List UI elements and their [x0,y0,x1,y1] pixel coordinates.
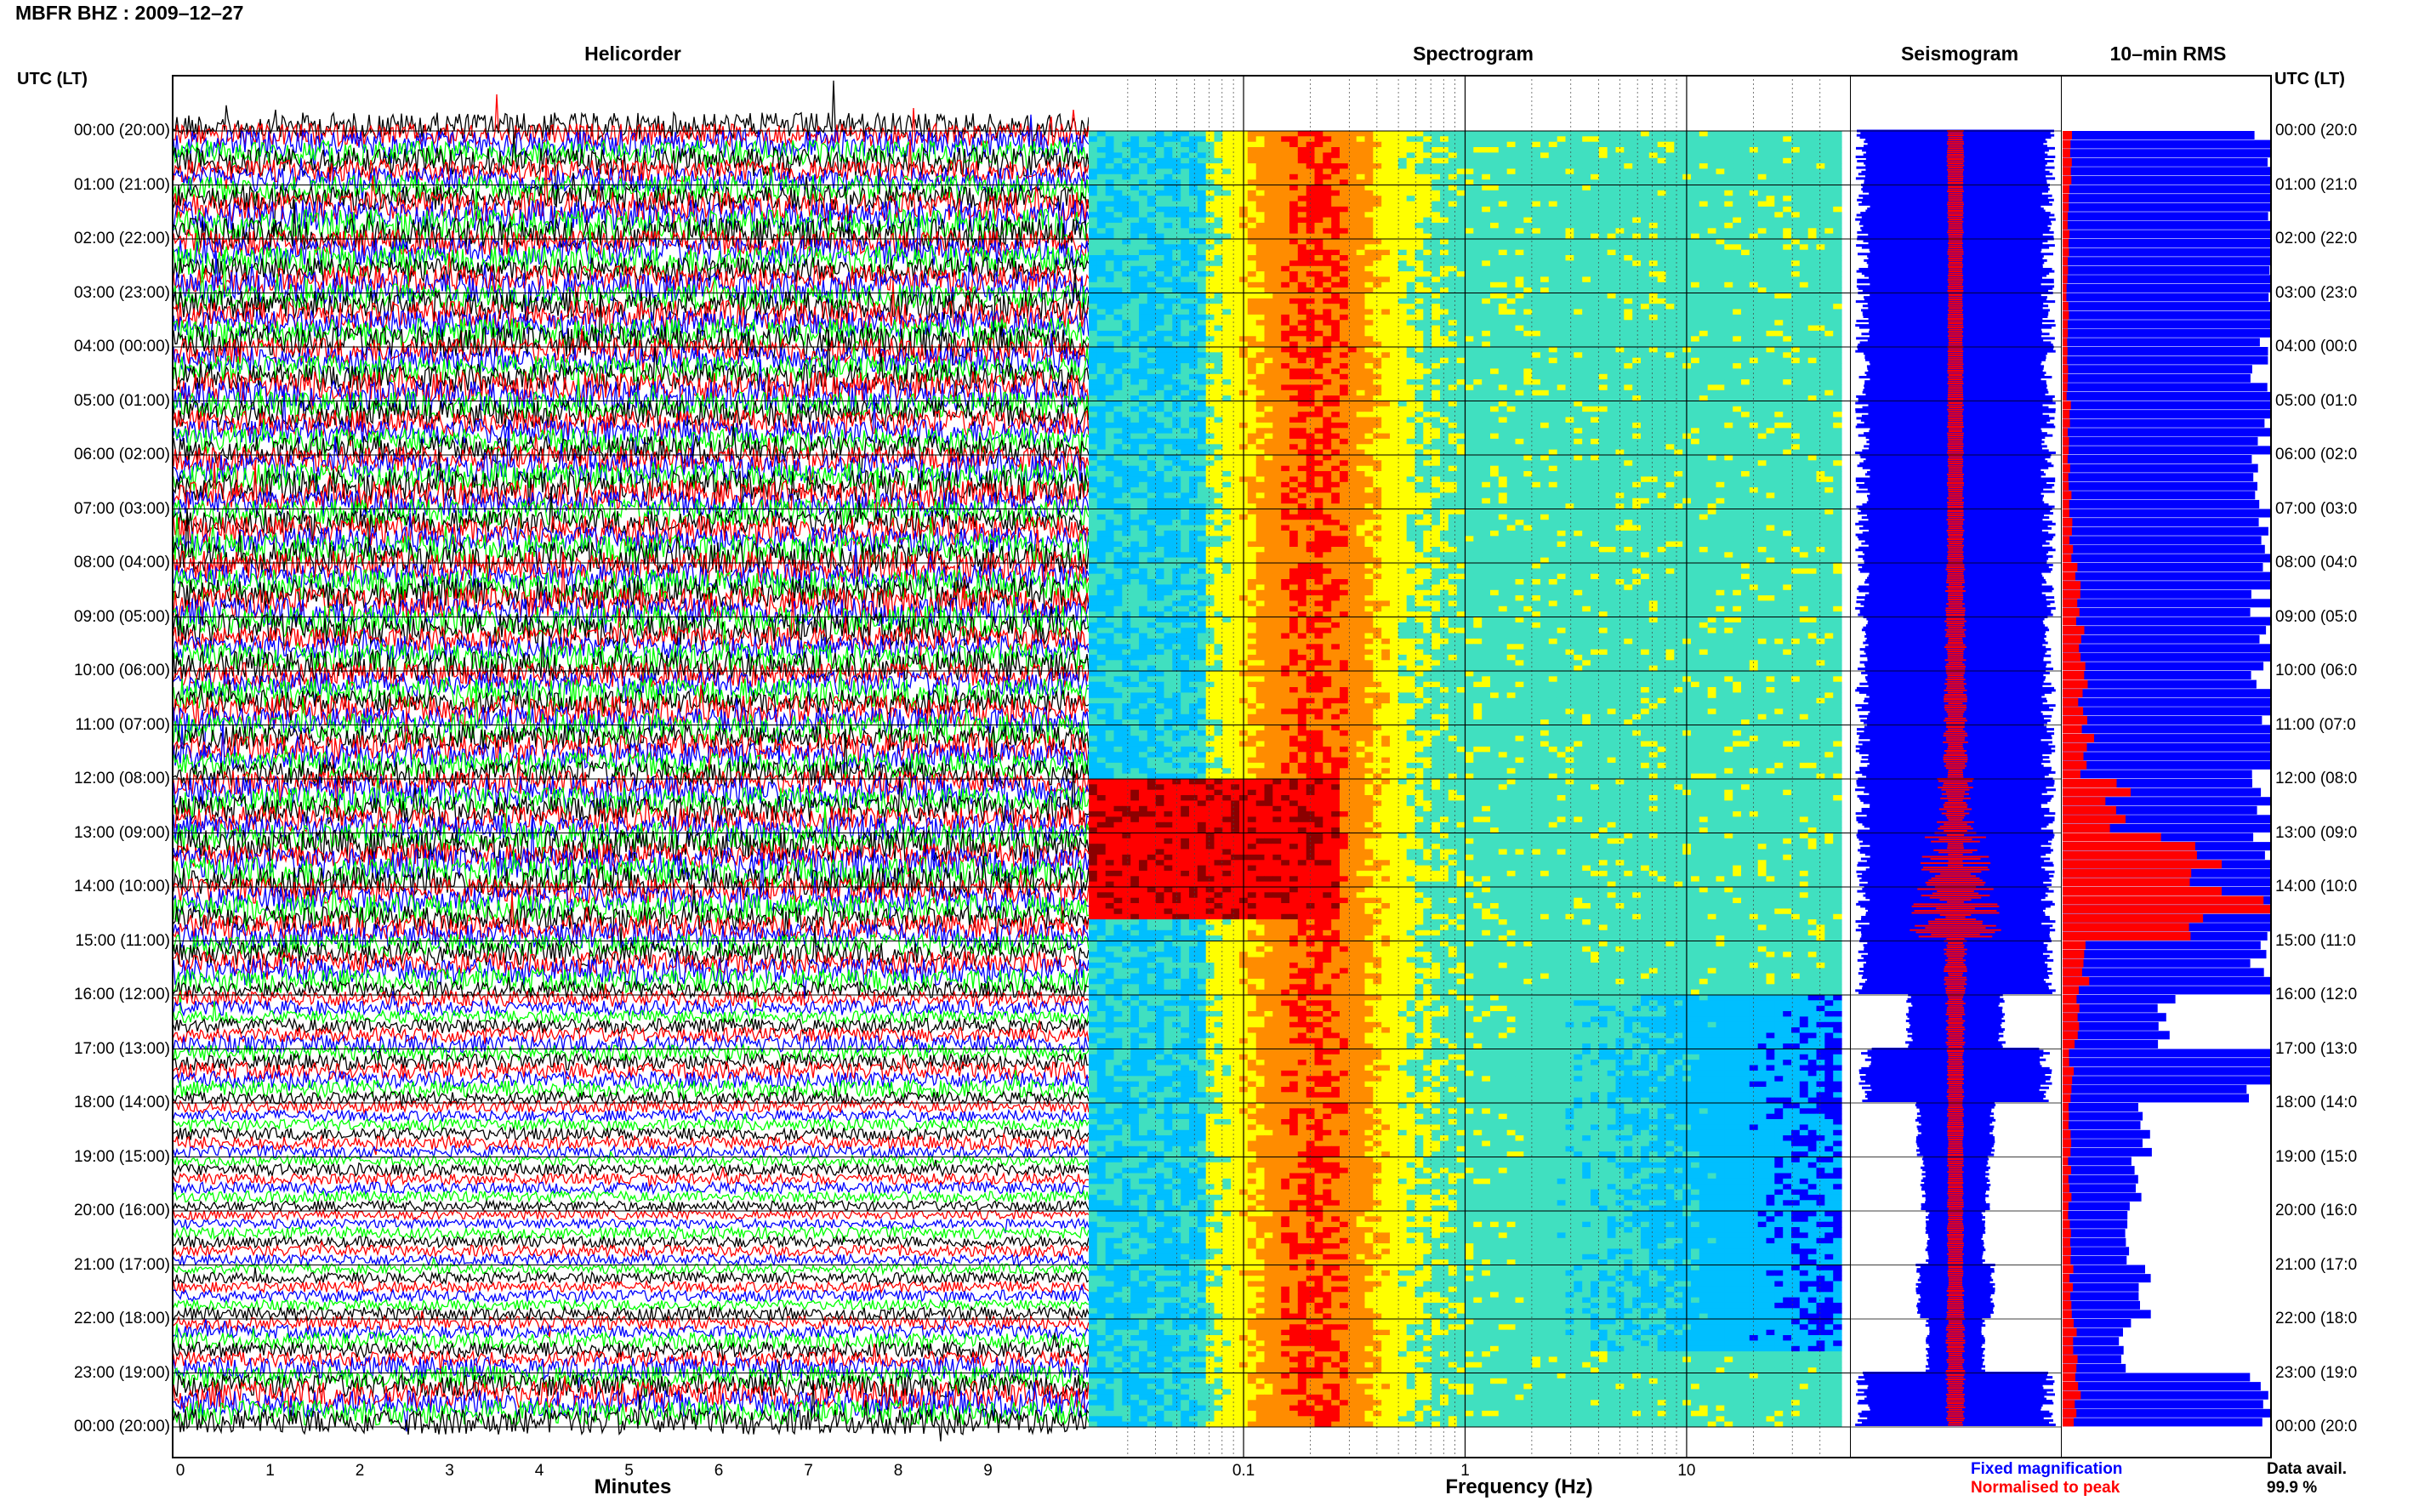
hour-label-left: 04:00 (00:00) [74,338,170,356]
hour-label-right: 04:00 (00:0 [2275,338,2357,356]
hour-label-left: 02:00 (22:00) [74,230,170,248]
hour-label-left: 07:00 (03:00) [74,500,170,519]
rms-title: 10–min RMS [2110,43,2227,65]
hour-label-left: 00:00 (20:00) [74,122,170,140]
hour-label-left: 08:00 (04:00) [74,554,170,572]
hour-label-right: 13:00 (09:0 [2275,824,2357,843]
hour-label-left: 05:00 (01:00) [74,392,170,411]
hour-label-right: 07:00 (03:0 [2275,500,2357,519]
hour-label-right: 10:00 (06:0 [2275,662,2357,680]
hour-label-left: 17:00 (13:00) [74,1040,170,1059]
hour-label-left: 13:00 (09:00) [74,824,170,843]
hour-label-right: 03:00 (23:0 [2275,284,2357,303]
hour-label-right: 19:00 (15:0 [2275,1148,2357,1167]
hour-label-right: 16:00 (12:0 [2275,986,2357,1004]
hour-label-left: 09:00 (05:00) [74,608,170,627]
hour-label-left: 16:00 (12:00) [74,986,170,1004]
hour-label-right: 22:00 (18:0 [2275,1310,2357,1328]
hour-label-right: 15:00 (11:0 [2275,932,2356,951]
right-time-axis: 00:00 (20:0 01:00 (21:0 02:00 (22:0 03:00 (… [2275,0,2419,1512]
hour-label-left: 21:00 (17:00) [74,1256,170,1275]
hour-label-right: 00:00 (20:0 [2275,1418,2357,1436]
hour-label-left: 11:00 (07:00) [75,716,170,735]
hour-label-left: 22:00 (18:00) [74,1310,170,1328]
hour-label-left: 10:00 (06:00) [74,662,170,680]
hour-label-right: 01:00 (21:0 [2275,176,2357,195]
hour-label-left: 03:00 (23:00) [74,284,170,303]
hour-label-right: 12:00 (08:0 [2275,770,2357,788]
hour-label-left: 20:00 (16:00) [74,1202,170,1220]
hour-label-right: 11:00 (07:0 [2275,716,2356,735]
hour-label-right: 02:00 (22:0 [2275,230,2357,248]
hour-label-left: 12:00 (08:00) [74,770,170,788]
hour-label-right: 21:00 (17:0 [2275,1256,2357,1275]
hour-label-right: 20:00 (16:0 [2275,1202,2357,1220]
hour-label-right: 14:00 (10:0 [2275,878,2357,896]
left-time-axis: 00:00 (20:00) 01:00 (21:00) 02:00 (22:00) 0… [0,0,170,1512]
hour-label-left: 19:00 (15:00) [74,1148,170,1167]
seismogram-title: Seismogram [1901,43,2018,65]
hour-label-right: 08:00 (04:0 [2275,554,2357,572]
hour-label-left: 18:00 (14:00) [74,1094,170,1112]
hour-label-left: 15:00 (11:00) [75,932,170,951]
hour-label-left: 00:00 (20:00) [74,1418,170,1436]
hour-label-left: 14:00 (10:00) [74,878,170,896]
hour-label-right: 05:00 (01:0 [2275,392,2357,411]
hour-label-right: 00:00 (20:0 [2275,122,2357,140]
hour-label-left: 23:00 (19:00) [74,1364,170,1383]
helicorder-title: Helicorder [584,43,681,65]
hour-label-right: 17:00 (13:0 [2275,1040,2357,1059]
hour-label-right: 09:00 (05:0 [2275,608,2357,627]
hour-label-left: 06:00 (02:00) [74,446,170,464]
spectrogram-title: Spectrogram [1413,43,1534,65]
hour-label-left: 01:00 (21:00) [74,176,170,195]
hour-label-right: 23:00 (19:0 [2275,1364,2357,1383]
hour-label-right: 06:00 (02:0 [2275,446,2357,464]
hour-label-right: 18:00 (14:0 [2275,1094,2357,1112]
